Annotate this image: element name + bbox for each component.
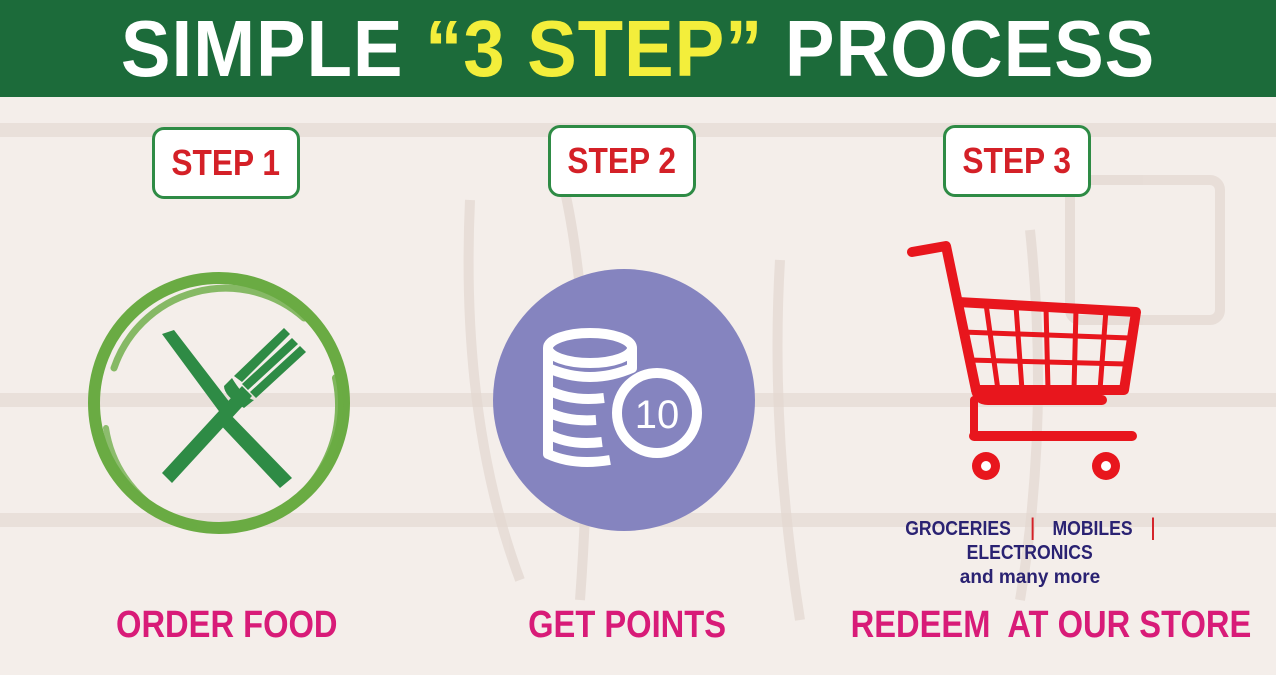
step-3-caption: REDEEM AT OUR STORE [850,604,1252,646]
and-many-more: and many more [959,567,1101,588]
step-1: STEP 1 ORDER FOOD [17,0,437,675]
coins-icon: 10 [493,269,755,531]
category-electronics: ELECTRONICS [966,542,1094,564]
step-3-badge: STEP 3 [943,125,1091,197]
fork-knife-icon [88,272,350,534]
coin-value: 10 [635,393,680,437]
step-2: STEP 2 10 GET POINTS [417,0,837,675]
step-1-caption: ORDER FOOD [116,604,338,646]
category-mobiles: MOBILES [1052,518,1133,540]
step-2-caption: GET POINTS [528,604,726,646]
separator: | [1149,514,1157,541]
step-2-badge: STEP 2 [548,125,696,197]
step-1-badge: STEP 1 [152,127,300,199]
separator: | [1029,514,1036,541]
shopping-cart-icon [907,241,1141,480]
store-categories: GROCERIES | MOBILES | ELECTRONICS and ma… [830,514,1230,589]
category-groceries: GROCERIES [905,518,1011,540]
